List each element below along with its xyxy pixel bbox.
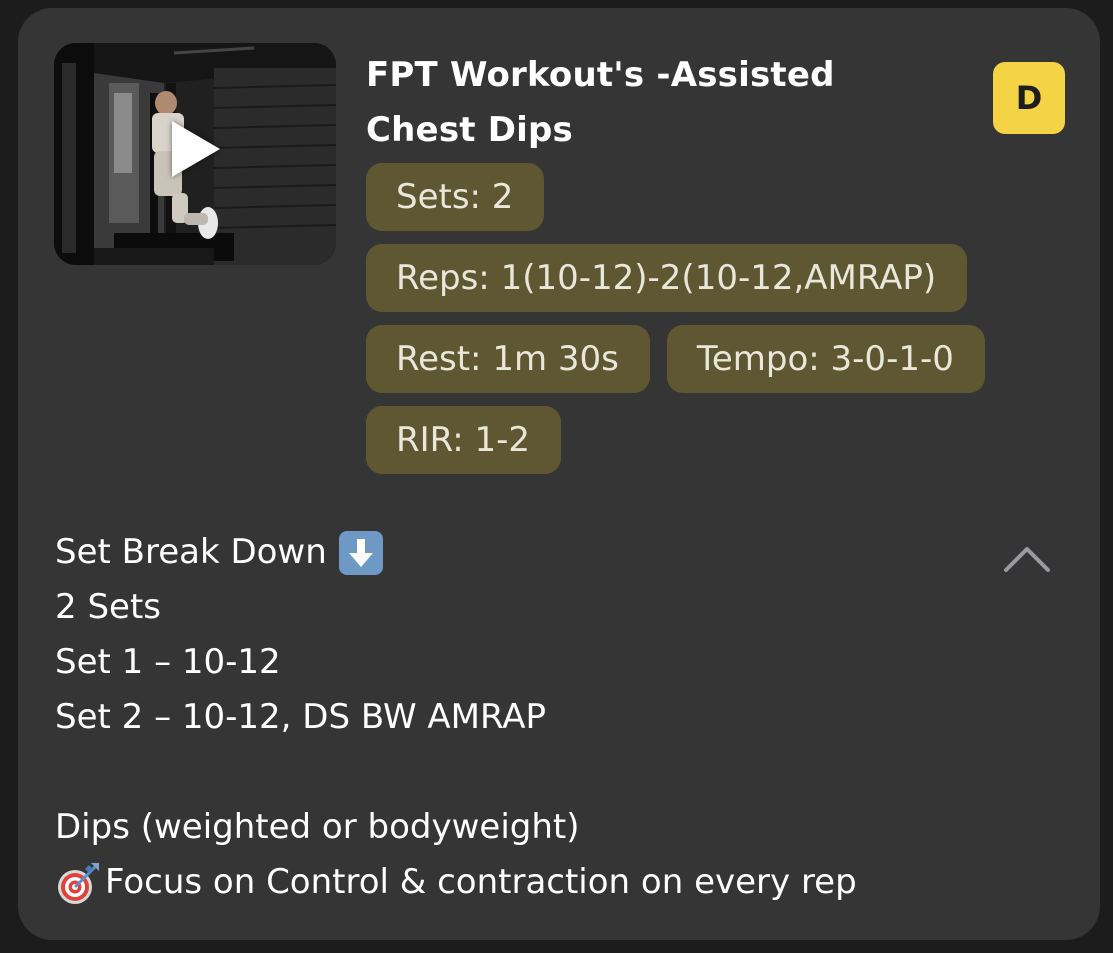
reps-chip: Reps: 1(10-12)-2(10-12,AMRAP): [366, 244, 968, 312]
exercise-title-line1: FPT Workout's -Assisted: [366, 55, 835, 95]
rest-chip: Rest: 1m 30s: [366, 325, 650, 393]
video-thumbnail[interactable]: [54, 43, 336, 265]
exercise-parameters: Sets: 2 Reps: 1(10-12)-2(10-12,AMRAP) Re…: [366, 163, 1066, 487]
target-emoji-icon: [55, 859, 103, 907]
exercise-card: FPT Workout's -Assisted Chest Dips D Set…: [18, 8, 1100, 940]
exercise-badge: D: [993, 62, 1065, 134]
description-line-dips: Dips (weighted or bodyweight): [55, 807, 580, 847]
description-heading: Set Break Down: [55, 532, 327, 572]
exercise-title: FPT Workout's -Assisted Chest Dips: [366, 48, 926, 158]
exercise-description: Set Break Down 2 Sets Set 1 – 10-12 Set …: [55, 525, 995, 910]
description-heading-line: Set Break Down: [55, 525, 995, 580]
description-line-set1: Set 1 – 10-12: [55, 642, 281, 682]
collapse-button[interactable]: [1002, 538, 1052, 578]
description-blank-line: [55, 745, 995, 800]
description-line-focus: Focus on Control & contraction on every …: [105, 862, 857, 902]
description-line-sets: 2 Sets: [55, 587, 161, 627]
play-icon[interactable]: [172, 121, 220, 177]
tempo-chip: Tempo: 3-0-1-0: [666, 325, 985, 393]
description-line-set2: Set 2 – 10-12, DS BW AMRAP: [55, 697, 547, 737]
rir-chip: RIR: 1-2: [366, 406, 562, 474]
sets-chip: Sets: 2: [366, 163, 545, 231]
down-arrow-emoji-icon: [338, 530, 383, 575]
exercise-title-line2: Chest Dips: [366, 110, 573, 150]
description-line-focus-row: Focus on Control & contraction on every …: [55, 855, 995, 910]
chevron-up-icon: [1004, 547, 1050, 572]
